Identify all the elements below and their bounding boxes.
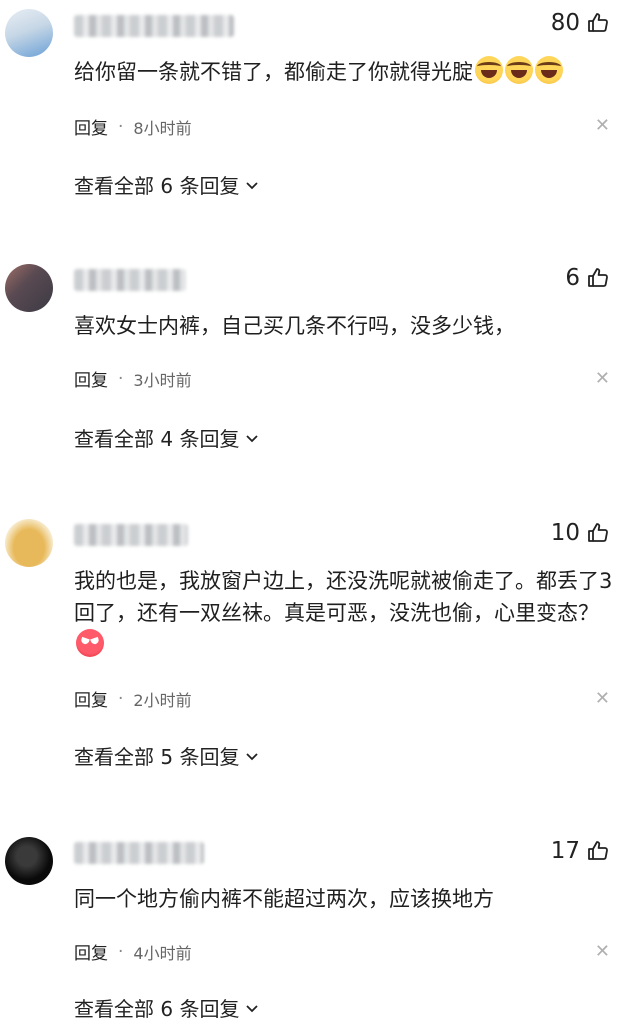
comment-text: 给你留一条就不错了，都偷走了你就得光腚 [74, 56, 619, 88]
like-button[interactable]: 17 [551, 838, 610, 864]
reply-button[interactable]: 回复 [74, 939, 108, 964]
view-all-replies-button[interactable]: 查看全部 6 条回复 [74, 993, 259, 1022]
thumbs-up-icon [588, 523, 608, 542]
view-all-replies-label: 查看全部 4 条回复 [74, 427, 240, 451]
username[interactable]: blurred-user-4 [74, 842, 204, 864]
username[interactable]: blurred-user-3 [74, 524, 188, 546]
chevron-down-icon [246, 181, 259, 189]
comment-text: 喜欢女士内裤，自己买几条不行吗，没多少钱， [74, 310, 619, 342]
avatar[interactable] [5, 837, 53, 885]
comment-body: 同一个地方偷内裤不能超过两次，应该换地方 [74, 887, 494, 911]
timestamp: 8小时前 [133, 118, 192, 138]
comment-text: 同一个地方偷内裤不能超过两次，应该换地方 [74, 883, 619, 915]
comment-body: 我的也是，我放窗户边上，还没洗呢就被偷走了。都丢了3回了，还有一双丝袜。真是可恶… [74, 569, 613, 625]
separator-dot: · [118, 941, 124, 962]
comment-item: blurred-user-3 10 我的也是，我放窗户边上，还没洗呢就被偷走了。… [0, 505, 640, 825]
reply-button[interactable]: 回复 [74, 366, 108, 391]
comment-item: blurred-user-2 6 喜欢女士内裤，自己买几条不行吗，没多少钱， 回… [0, 240, 640, 505]
username[interactable]: blurred-user-1 [74, 15, 234, 37]
username[interactable]: blurred-user-2 [74, 269, 186, 291]
view-all-replies-label: 查看全部 6 条回复 [74, 174, 240, 198]
timestamp: 3小时前 [133, 370, 192, 390]
thumbs-up-icon [588, 268, 608, 287]
timestamp: 4小时前 [133, 943, 192, 963]
like-button[interactable]: 80 [551, 10, 610, 36]
separator-dot: · [118, 116, 124, 137]
comment-body: 喜欢女士内裤，自己买几条不行吗，没多少钱， [74, 314, 515, 338]
like-button[interactable]: 10 [551, 520, 610, 546]
comment-meta: 回复 · 2小时前 [74, 686, 192, 712]
separator-dot: · [118, 688, 124, 709]
like-count: 6 [565, 265, 580, 291]
view-all-replies-button[interactable]: 查看全部 6 条回复 [74, 170, 259, 199]
view-all-replies-button[interactable]: 查看全部 4 条回复 [74, 423, 259, 452]
comment-body: 给你留一条就不错了，都偷走了你就得光腚 [74, 60, 473, 84]
avatar[interactable] [5, 9, 53, 57]
like-count: 80 [550, 10, 580, 36]
close-icon[interactable]: ✕ [595, 370, 610, 388]
view-all-replies-label: 查看全部 6 条回复 [74, 997, 240, 1021]
comment-meta: 回复 · 8小时前 [74, 114, 192, 140]
like-count: 10 [550, 520, 580, 546]
comment-text: 我的也是，我放窗户边上，还没洗呢就被偷走了。都丢了3回了，还有一双丝袜。真是可恶… [74, 565, 619, 661]
like-count: 17 [550, 838, 580, 864]
laughing-emoji-icon [535, 56, 563, 84]
chevron-down-icon [246, 1004, 259, 1012]
comment-item: blurred-user-1 80 给你留一条就不错了，都偷走了你就得光腚 回复… [0, 0, 640, 240]
chevron-down-icon [246, 752, 259, 760]
view-all-replies-label: 查看全部 5 条回复 [74, 745, 240, 769]
comment-item: blurred-user-4 17 同一个地方偷内裤不能超过两次，应该换地方 回… [0, 825, 640, 1022]
like-button[interactable]: 6 [565, 265, 610, 291]
comment-meta: 回复 · 3小时前 [74, 366, 192, 392]
timestamp: 2小时前 [133, 690, 192, 710]
close-icon[interactable]: ✕ [595, 690, 610, 708]
avatar[interactable] [5, 264, 53, 312]
close-icon[interactable]: ✕ [595, 943, 610, 961]
laughing-emoji-icon [475, 56, 503, 84]
thumbs-up-icon [588, 13, 608, 32]
reply-button[interactable]: 回复 [74, 114, 108, 139]
separator-dot: · [118, 368, 124, 389]
thumbs-up-icon [588, 841, 608, 860]
chevron-down-icon [246, 434, 259, 442]
close-icon[interactable]: ✕ [595, 117, 610, 135]
angry-emoji-icon [76, 629, 104, 657]
comment-meta: 回复 · 4小时前 [74, 939, 192, 965]
reply-button[interactable]: 回复 [74, 686, 108, 711]
laughing-emoji-icon [505, 56, 533, 84]
view-all-replies-button[interactable]: 查看全部 5 条回复 [74, 741, 259, 770]
avatar[interactable] [5, 519, 53, 567]
